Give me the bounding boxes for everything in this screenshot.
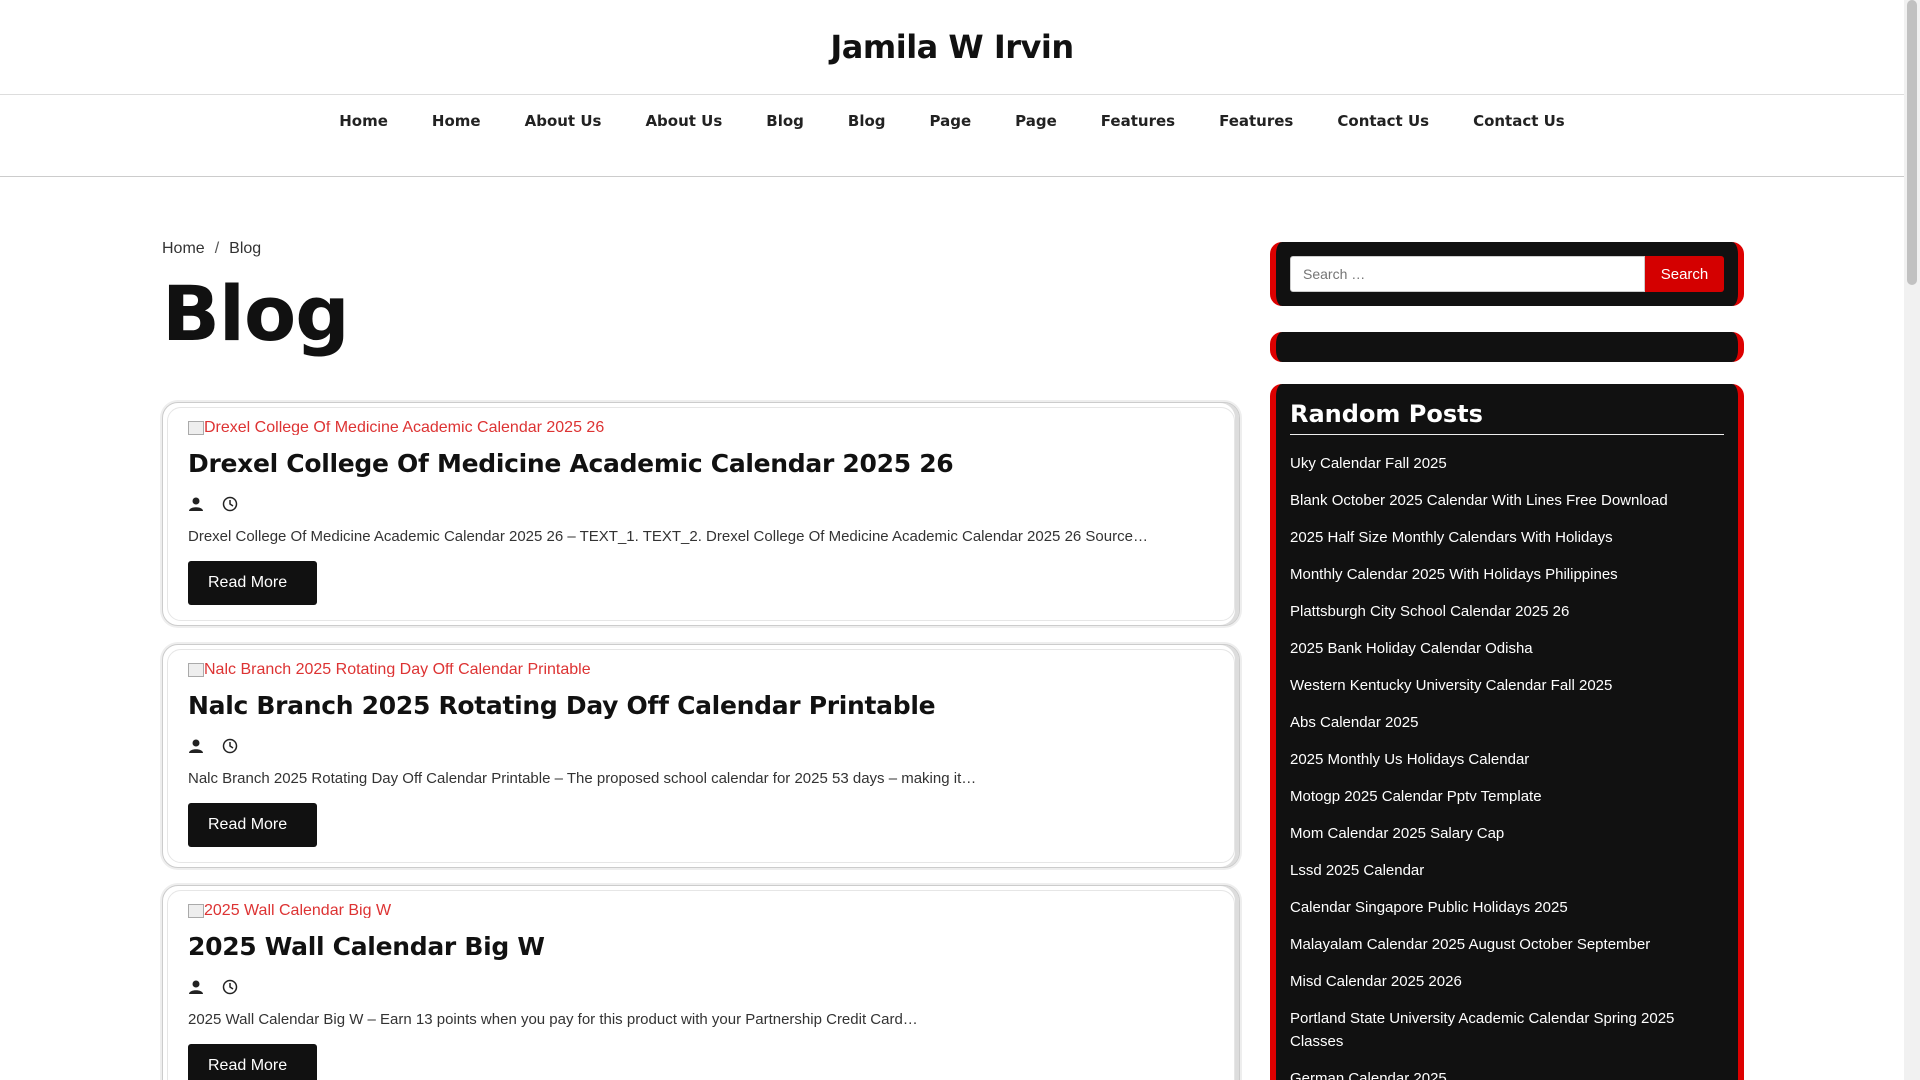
nav-item: Contact Us [1315, 112, 1451, 130]
random-post-link[interactable]: Plattsburgh City School Calendar 2025 26 [1290, 593, 1724, 630]
nav-item: Home [410, 112, 503, 130]
main-content: Home / Blog Blog Drexel College Of Medic… [162, 240, 1240, 1080]
nav-item: Page [993, 112, 1079, 130]
search-button[interactable]: Search [1645, 256, 1724, 292]
post-thumbnail-alt: 2025 Wall Calendar Big W [204, 904, 392, 918]
post-thumbnail[interactable]: Nalc Branch 2025 Rotating Day Off Calend… [188, 663, 1215, 677]
random-post-link[interactable]: Monthly Calendar 2025 With Holidays Phil… [1290, 556, 1724, 593]
random-post-link[interactable]: Blank October 2025 Calendar With Lines F… [1290, 482, 1724, 519]
nav-item: About Us [623, 112, 744, 130]
broken-image-icon [188, 421, 204, 435]
random-post-link[interactable]: Malayalam Calendar 2025 August October S… [1290, 926, 1724, 963]
read-more-button[interactable]: Read More [188, 803, 317, 847]
post-excerpt: 2025 Wall Calendar Big W – Earn 13 point… [188, 1011, 918, 1028]
clock-icon[interactable] [222, 496, 238, 512]
nav-item: Features [1079, 112, 1197, 130]
nav-link-features[interactable]: Features [1197, 112, 1315, 130]
site-header: Jamila W Irvin [0, 0, 1904, 95]
nav-item: Contact Us [1451, 112, 1587, 130]
author-icon[interactable] [188, 496, 204, 512]
nav-link-page[interactable]: Page [993, 112, 1079, 130]
broken-image-icon [188, 904, 204, 918]
post-title[interactable]: Nalc Branch 2025 Rotating Day Off Calend… [188, 691, 1215, 720]
random-post-link[interactable]: 2025 Bank Holiday Calendar Odisha [1290, 630, 1724, 667]
post-thumbnail-alt: Drexel College Of Medicine Academic Cale… [204, 421, 605, 435]
nav-link-about-us[interactable]: About Us [503, 112, 624, 130]
nav-link-contact-us[interactable]: Contact Us [1451, 112, 1587, 130]
clock-icon[interactable] [222, 738, 238, 754]
breadcrumb: Home / Blog [162, 240, 1240, 258]
breadcrumb-current: Blog [229, 240, 262, 257]
post-card: 2025 Wall Calendar Big W 2025 Wall Calen… [162, 885, 1240, 1080]
post-card: Nalc Branch 2025 Rotating Day Off Calend… [162, 644, 1240, 868]
post-title[interactable]: 2025 Wall Calendar Big W [188, 932, 1215, 961]
random-post-link[interactable]: 2025 Half Size Monthly Calendars With Ho… [1290, 519, 1724, 556]
breadcrumb-separator: / [214, 240, 220, 257]
nav-link-blog[interactable]: Blog [744, 112, 826, 130]
random-post-link[interactable]: Calendar Singapore Public Holidays 2025 [1290, 889, 1724, 926]
nav-item: Blog [826, 112, 908, 130]
nav-item: Home [317, 112, 410, 130]
scrollbar-thumb[interactable] [1907, 0, 1917, 285]
search-form: Search [1290, 256, 1724, 292]
page-title: Blog [162, 269, 350, 358]
nav-link-page[interactable]: Page [908, 112, 994, 130]
random-post-link[interactable]: Motogp 2025 Calendar Pptv Template [1290, 778, 1724, 815]
breadcrumb-home[interactable]: Home [162, 240, 205, 258]
post-excerpt: Drexel College Of Medicine Academic Cale… [188, 528, 1148, 545]
random-post-link[interactable]: Uky Calendar Fall 2025 [1290, 445, 1724, 482]
nav-link-home[interactable]: Home [410, 112, 503, 130]
nav-item: Features [1197, 112, 1315, 130]
random-post-link[interactable]: Mom Calendar 2025 Salary Cap [1290, 815, 1724, 852]
post-title[interactable]: Drexel College Of Medicine Academic Cale… [188, 449, 1215, 478]
main-nav: Home Home About Us About Us Blog Blog Page Page… [0, 95, 1904, 177]
nav-list: Home Home About Us About Us Blog Blog Page Page… [317, 112, 1587, 130]
nav-item: About Us [503, 112, 624, 130]
random-post-link[interactable]: German Calendar 2025 [1290, 1060, 1724, 1080]
post-meta [188, 494, 1215, 514]
random-posts-title: Random Posts [1290, 400, 1724, 435]
post-thumbnail-alt: Nalc Branch 2025 Rotating Day Off Calend… [204, 663, 591, 677]
nav-item: Blog [744, 112, 826, 130]
search-input[interactable] [1290, 256, 1645, 292]
random-post-link[interactable]: Lssd 2025 Calendar [1290, 852, 1724, 889]
random-post-link[interactable]: Misd Calendar 2025 2026 [1290, 963, 1724, 1000]
post-meta [188, 736, 1215, 756]
post-meta [188, 977, 1215, 997]
random-posts-list: Uky Calendar Fall 2025 Blank October 2025… [1290, 445, 1724, 1080]
post-excerpt: Nalc Branch 2025 Rotating Day Off Calend… [188, 770, 977, 787]
nav-item: Page [908, 112, 994, 130]
post-thumbnail[interactable]: Drexel College Of Medicine Academic Cale… [188, 421, 1215, 435]
nav-link-features[interactable]: Features [1079, 112, 1197, 130]
search-widget: Search [1270, 242, 1744, 306]
random-post-link[interactable]: Abs Calendar 2025 [1290, 704, 1724, 741]
random-posts-widget: Random Posts Uky Calendar Fall 2025 Blank… [1270, 384, 1744, 1080]
read-more-button[interactable]: Read More [188, 561, 317, 605]
author-icon[interactable] [188, 738, 204, 754]
random-post-link[interactable]: Portland State University Academic Calen… [1290, 1000, 1724, 1060]
broken-image-icon [188, 663, 204, 677]
empty-widget [1270, 332, 1744, 362]
post-card: Drexel College Of Medicine Academic Cale… [162, 402, 1240, 626]
post-thumbnail[interactable]: 2025 Wall Calendar Big W [188, 904, 1215, 918]
nav-link-home[interactable]: Home [317, 112, 410, 130]
nav-link-blog[interactable]: Blog [826, 112, 908, 130]
random-post-link[interactable]: Western Kentucky University Calendar Fal… [1290, 667, 1724, 704]
author-icon[interactable] [188, 979, 204, 995]
clock-icon[interactable] [222, 979, 238, 995]
nav-link-contact-us[interactable]: Contact Us [1315, 112, 1451, 130]
read-more-button[interactable]: Read More [188, 1044, 317, 1080]
random-post-link[interactable]: 2025 Monthly Us Holidays Calendar [1290, 741, 1724, 778]
site-title[interactable]: Jamila W Irvin [830, 28, 1074, 66]
page-scrollbar[interactable] [1904, 0, 1920, 1080]
nav-link-about-us[interactable]: About Us [623, 112, 744, 130]
